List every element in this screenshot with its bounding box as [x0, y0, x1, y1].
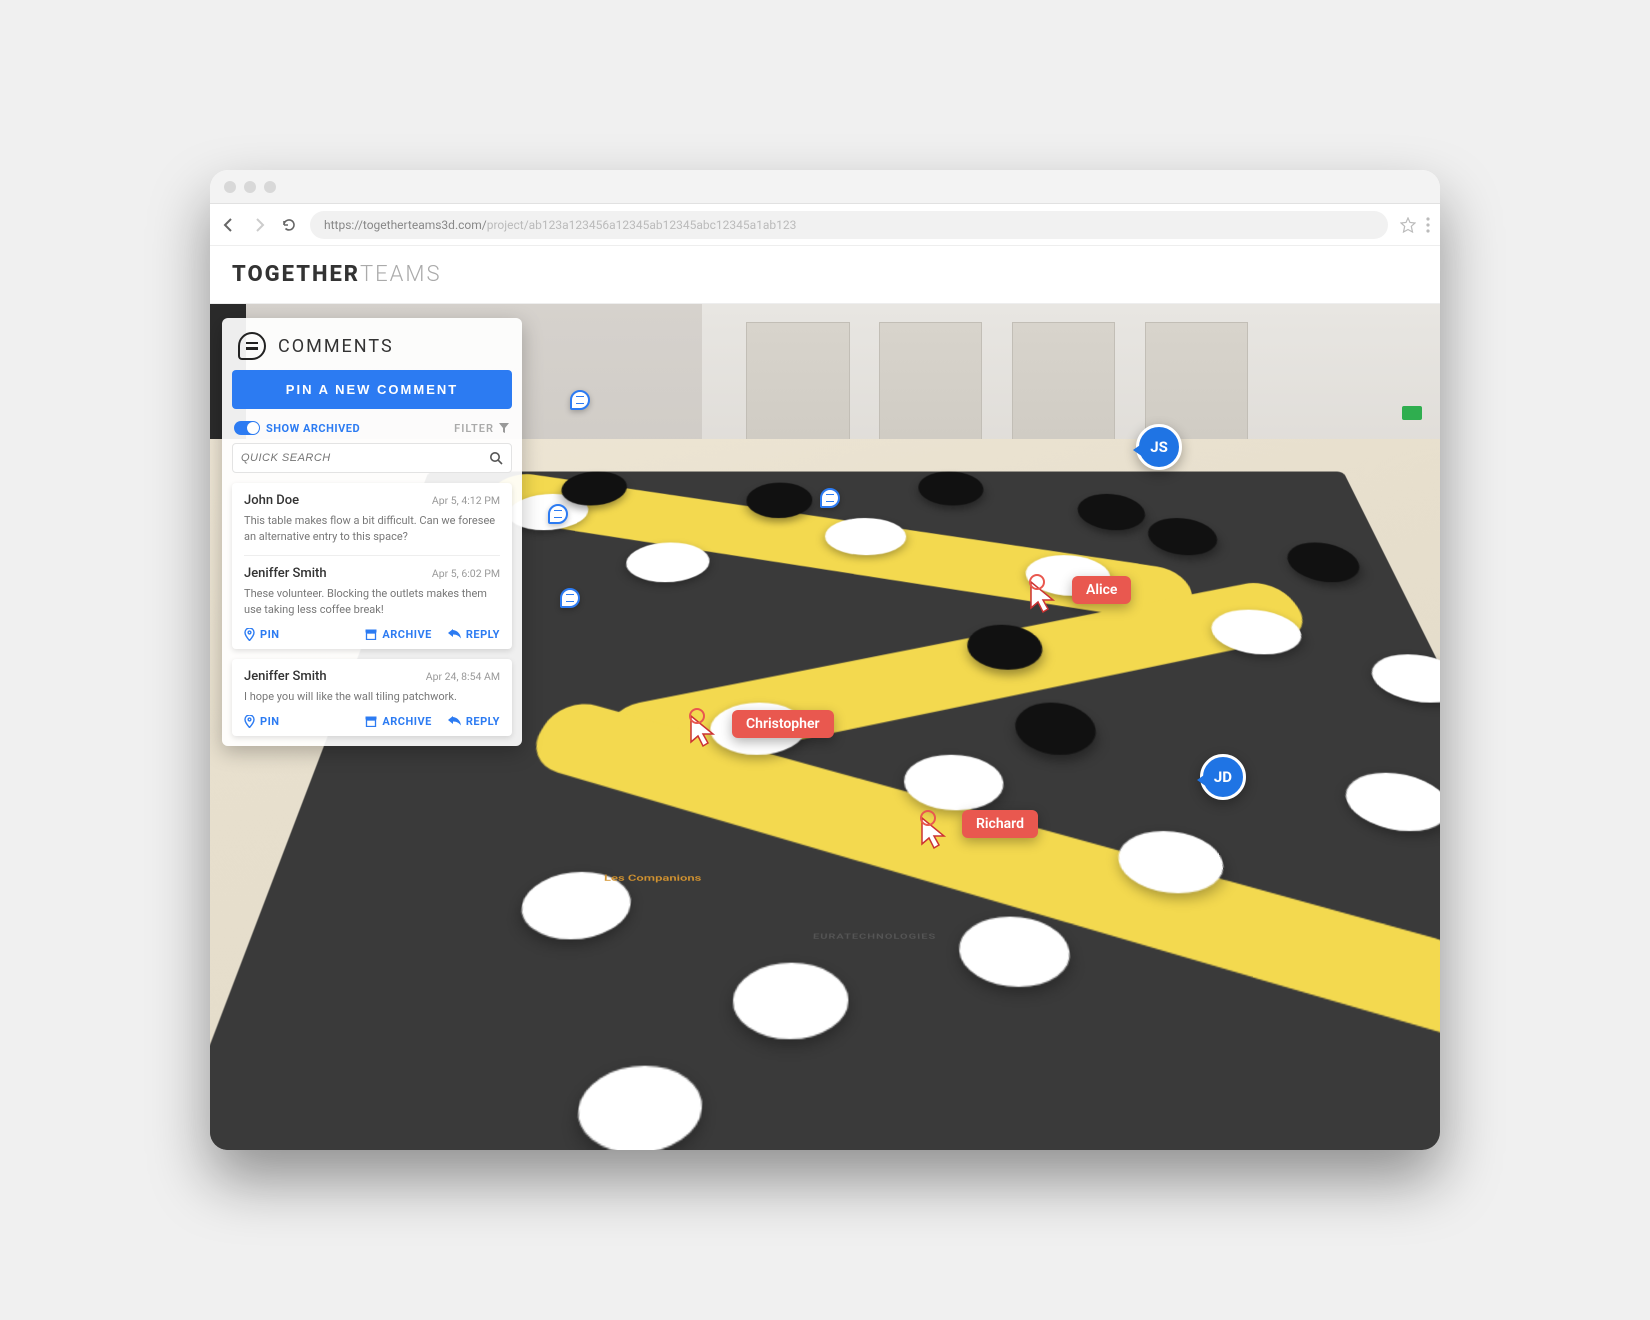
collaborator-avatar-jd[interactable]: JD	[1200, 754, 1246, 800]
show-archived-label: SHOW ARCHIVED	[266, 422, 360, 435]
comment-search[interactable]	[232, 443, 512, 473]
pin-action[interactable]: PIN	[244, 715, 280, 728]
comment-pin-icon[interactable]	[548, 504, 568, 524]
comment-thread: John Doe Apr 5, 4:12 PM This table makes…	[232, 483, 512, 649]
comments-icon	[238, 332, 266, 360]
logo-bold: TOGETHER	[232, 262, 360, 287]
comment-message[interactable]: Jeniffer Smith Apr 5, 6:02 PM These volu…	[244, 555, 500, 618]
comment-pin-icon[interactable]	[560, 588, 580, 608]
comment-thread: Jeniffer Smith Apr 24, 8:54 AM I hope yo…	[232, 659, 512, 736]
back-button[interactable]	[220, 216, 238, 234]
collaborator-tag-alice[interactable]: Alice	[1072, 576, 1131, 604]
floor-brand-les-companions: Les Companions	[603, 874, 701, 884]
logo-thin: TEAMS	[360, 262, 441, 287]
app-logo[interactable]: TOGETHERTEAMS	[232, 262, 442, 287]
browser-menu-icon[interactable]	[1426, 217, 1430, 233]
comment-time: Apr 5, 6:02 PM	[432, 567, 500, 580]
pin-action[interactable]: PIN	[244, 628, 280, 641]
filter-label: FILTER	[454, 422, 494, 435]
comment-time: Apr 5, 4:12 PM	[432, 494, 500, 507]
comment-search-input[interactable]	[241, 452, 489, 464]
comments-panel: COMMENTS PIN A NEW COMMENT SHOW ARCHIVED…	[222, 318, 522, 746]
comment-message[interactable]: John Doe Apr 5, 4:12 PM This table makes…	[244, 493, 500, 545]
collaborator-avatar-js[interactable]: JS	[1136, 424, 1182, 470]
toggle-switch-icon	[234, 421, 260, 435]
app-header: TOGETHERTEAMS	[210, 246, 1440, 304]
url-actions	[1400, 217, 1430, 233]
comment-author: Jeniffer Smith	[244, 669, 327, 684]
archive-action[interactable]: ARCHIVE	[365, 715, 432, 728]
reload-button[interactable]	[280, 216, 298, 234]
filter-funnel-icon	[498, 422, 510, 434]
comment-author: John Doe	[244, 493, 299, 508]
comment-time: Apr 24, 8:54 AM	[426, 670, 500, 683]
comment-message[interactable]: Jeniffer Smith Apr 24, 8:54 AM I hope yo…	[244, 669, 500, 705]
archive-action[interactable]: ARCHIVE	[365, 628, 432, 641]
reply-action[interactable]: REPLY	[448, 628, 500, 641]
window-titlebar	[210, 170, 1440, 204]
bookmark-star-icon[interactable]	[1400, 217, 1416, 233]
comments-title: COMMENTS	[278, 336, 394, 357]
exit-sign-icon	[1402, 406, 1422, 420]
viewport-3d[interactable]: Les Companions EURATECHNOLOGIES Alice Ch…	[210, 304, 1440, 1150]
filter-button[interactable]: FILTER	[454, 422, 510, 435]
address-bar[interactable]: https://togetherteams3d.com/project/ab12…	[310, 211, 1388, 239]
floor-brand-euratech: EURATECHNOLOGIES	[812, 932, 936, 940]
comment-pin-icon[interactable]	[820, 488, 840, 508]
window-maximize-dot[interactable]	[264, 181, 276, 193]
collaborator-tag-christopher[interactable]: Christopher	[732, 710, 834, 738]
comments-panel-header: COMMENTS	[222, 318, 522, 370]
comment-body: These volunteer. Blocking the outlets ma…	[244, 586, 500, 618]
browser-toolbar: https://togetherteams3d.com/project/ab12…	[210, 204, 1440, 246]
url-path: project/ab123a123456a12345ab12345abc1234…	[487, 218, 797, 232]
browser-window-frame: https://togetherteams3d.com/project/ab12…	[210, 170, 1440, 1150]
show-archived-toggle[interactable]: SHOW ARCHIVED	[234, 421, 360, 435]
comment-body: This table makes flow a bit difficult. C…	[244, 513, 500, 545]
comment-pin-icon[interactable]	[570, 390, 590, 410]
window-close-dot[interactable]	[224, 181, 236, 193]
window-minimize-dot[interactable]	[244, 181, 256, 193]
search-icon	[489, 451, 503, 465]
pin-new-comment-button[interactable]: PIN A NEW COMMENT	[232, 370, 512, 409]
reply-action[interactable]: REPLY	[448, 715, 500, 728]
comment-body: I hope you will like the wall tiling pat…	[244, 689, 500, 705]
collaborator-tag-richard[interactable]: Richard	[962, 810, 1038, 838]
comment-author: Jeniffer Smith	[244, 566, 327, 581]
url-host: https://togetherteams3d.com/	[324, 218, 487, 232]
forward-button[interactable]	[250, 216, 268, 234]
